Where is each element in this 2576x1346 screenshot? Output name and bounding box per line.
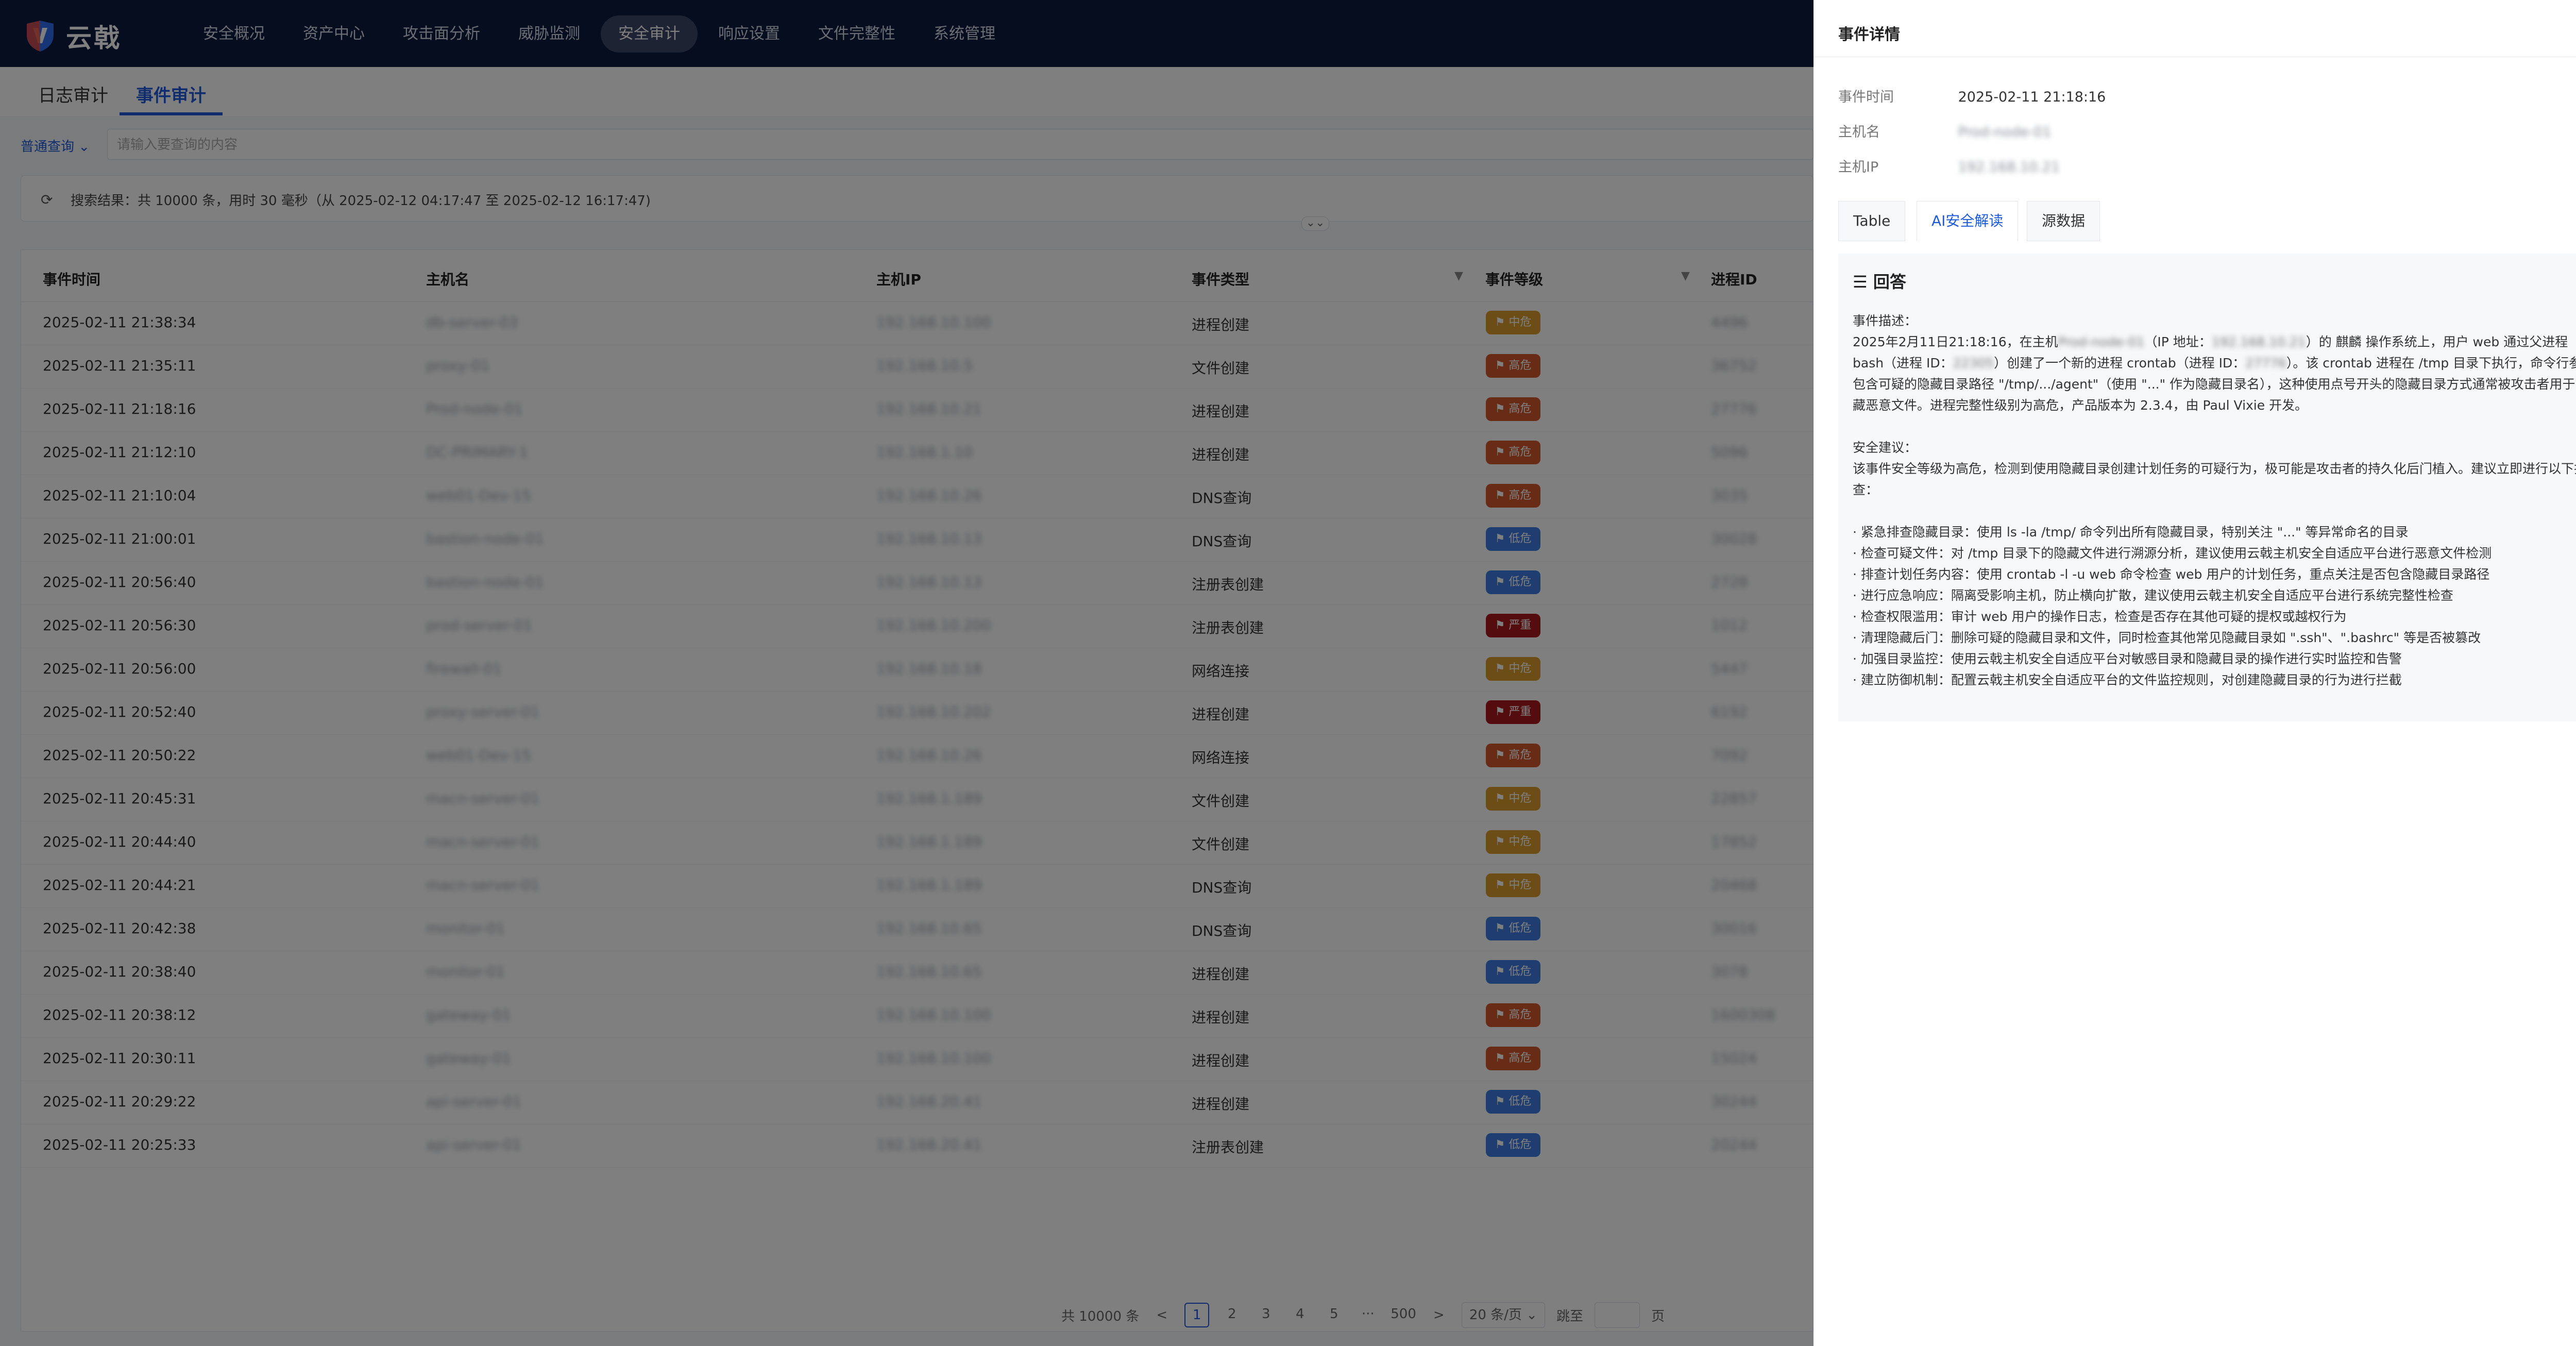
answer-heading: ☰ 回答 <box>1853 272 1906 292</box>
answer-body: 事件描述： 2025年2月11日21:18:16，在主机Prod-node-01… <box>1853 310 2576 691</box>
field-hostname: 主机名 Prod-node-01 <box>1838 121 2052 141</box>
field-event-time: 事件时间 2025-02-11 21:18:16 <box>1838 86 2106 106</box>
advice-item: · 建立防御机制：配置云戟主机安全自适应平台的文件监控规则，对创建隐藏目录的行为… <box>1853 672 2402 687</box>
field-host-ip: 主机IP 192.168.10.21 <box>1838 156 2060 176</box>
field-label: 主机名 <box>1838 124 1880 140</box>
field-value: 2025-02-11 21:18:16 <box>1958 89 2106 105</box>
advice-item: · 排查计划任务内容：使用 crontab -l -u web 命令检查 web… <box>1853 567 2490 582</box>
advice-item: · 紧急排查隐藏目录：使用 ls -la /tmp/ 命令列出所有隐藏目录，特别… <box>1853 525 2409 540</box>
drawer-title: 事件详情 <box>1838 26 1900 44</box>
ai-answer-panel: ☰ 回答 事件描述： 2025年2月11日21:18:16，在主机Prod-no… <box>1838 254 2576 721</box>
advice-item: · 检查可疑文件：对 /tmp 目录下的隐藏文件进行溯源分析，建议使用云戟主机安… <box>1853 546 2492 561</box>
detail-tabs: Table AI安全解读 源数据 <box>1838 201 2576 242</box>
list-icon: ☰ <box>1853 272 1868 292</box>
advice-item: · 加强目录监控：使用云戟主机安全自适应平台对敏感目录和隐藏目录的操作进行实时监… <box>1853 651 2402 666</box>
desc-title: 事件描述： <box>1853 313 1918 328</box>
advice-item: · 进行应急响应：隔离受影响主机，防止横向扩散，建议使用云戟主机安全自适应平台进… <box>1853 588 2453 603</box>
tab-table[interactable]: Table <box>1838 201 1906 241</box>
advice-item: · 清理隐藏后门：删除可疑的隐藏目录和文件，同时检查其他常见隐藏目录如 ".ss… <box>1853 630 2481 645</box>
modal-overlay[interactable] <box>0 0 1814 1346</box>
field-label: 主机IP <box>1838 159 1879 175</box>
tab-raw-data[interactable]: 源数据 <box>2027 201 2100 241</box>
advice-item: · 检查权限滥用：审计 web 用户的操作日志，检查是否存在其他可疑的提权或越权… <box>1853 609 2347 624</box>
tab-ai-analysis[interactable]: AI安全解读 <box>1917 201 2019 241</box>
field-label: 事件时间 <box>1838 89 1894 105</box>
field-value: Prod-node-01 <box>1958 124 2052 140</box>
event-detail-drawer: 事件详情 ✕ 事件时间 2025-02-11 21:18:16 主机名 Prod… <box>1814 0 2576 1346</box>
advice-intro: 该事件安全等级为高危，检测到使用隐藏目录创建计划任务的可疑行为，极可能是攻击者的… <box>1853 461 2576 497</box>
desc-paragraph: 2025年2月11日21:18:16，在主机Prod-node-01（IP 地址… <box>1853 334 2576 413</box>
field-value: 192.168.10.21 <box>1958 159 2060 175</box>
advice-title: 安全建议： <box>1853 440 1918 455</box>
advice-list: · 紧急排查隐藏目录：使用 ls -la /tmp/ 命令列出所有隐藏目录，特别… <box>1853 521 2576 691</box>
